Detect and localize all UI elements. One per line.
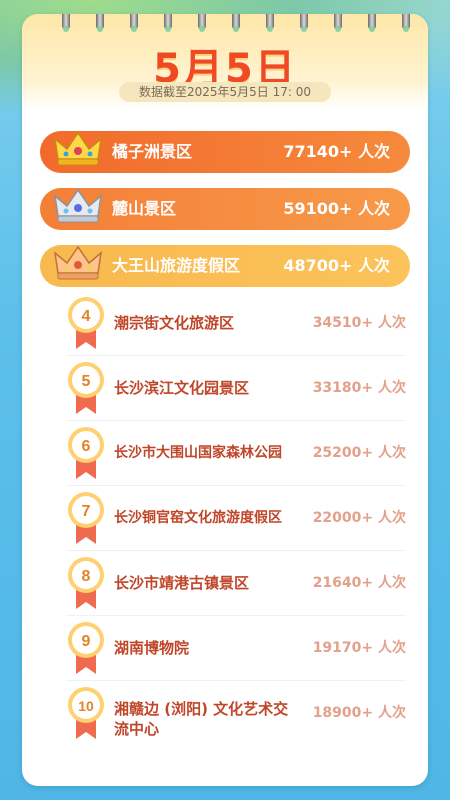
rank-number: 9 (82, 633, 91, 650)
binding-ring-icon (198, 14, 206, 32)
visitor-count: 34510+ 人次 (312, 315, 406, 331)
medal-ribbon-icon: 9 (68, 622, 104, 674)
binding-ring-icon (130, 14, 138, 32)
binding-ring-icon (62, 14, 70, 32)
medal-ribbon-icon: 5 (68, 362, 104, 414)
binding-ring-icon (368, 14, 376, 32)
bronze-crown-icon (53, 245, 103, 280)
medal-ribbon-icon: 10 (68, 687, 104, 739)
scenic-area-name: 湘赣边 (浏阳) 文化艺术交流中心 (114, 700, 289, 738)
binding-ring-icon (402, 14, 410, 32)
binding-ring-icon (164, 14, 172, 32)
visitor-count: 77140+ 人次 (283, 142, 390, 161)
scenic-area-name: 潮宗街文化旅游区 (114, 314, 235, 332)
visitor-count: 19170+ 人次 (312, 640, 406, 656)
rank-number: 6 (82, 438, 91, 455)
binding-ring-icon (300, 14, 308, 32)
rank-number: 4 (82, 308, 91, 325)
visitor-count: 21640+ 人次 (312, 575, 406, 591)
ranking-row-9[interactable]: 9 湖南博物院 19170+ 人次 (66, 616, 406, 681)
scenic-area-name: 长沙市靖港古镇景区 (114, 574, 250, 592)
silver-crown-icon (53, 188, 103, 223)
visitor-count: 48700+ 人次 (283, 256, 390, 275)
medal-ribbon-icon: 8 (68, 557, 104, 609)
card-header: 5月5日 数据截至2025年5月5日 17: 00 (22, 14, 428, 110)
visitor-count: 59100+ 人次 (283, 199, 390, 218)
scenic-area-name: 麓山景区 (112, 199, 177, 218)
ranking-row-8[interactable]: 8 长沙市靖港古镇景区 21640+ 人次 (66, 551, 406, 616)
binding-ring-icon (232, 14, 240, 32)
scenic-area-name: 橘子洲景区 (112, 142, 193, 161)
medal-ribbon-icon: 4 (68, 297, 104, 349)
binding-ring-icon (96, 14, 104, 32)
visitor-count: 33180+ 人次 (312, 380, 406, 396)
medal-ribbon-icon: 6 (68, 427, 104, 479)
scenic-area-name: 长沙市大围山国家森林公园 (114, 445, 282, 461)
scenic-area-name: 长沙滨江文化园景区 (114, 379, 250, 397)
visitor-count: 18900+ 人次 (312, 705, 406, 721)
ranking-row-5[interactable]: 5 长沙滨江文化园景区 33180+ 人次 (66, 356, 406, 421)
rank-number: 7 (82, 503, 91, 520)
data-timestamp: 数据截至2025年5月5日 17: 00 (119, 82, 331, 102)
visitor-count: 25200+ 人次 (312, 445, 406, 461)
ranking-card: 5月5日 数据截至2025年5月5日 17: 00 橘子洲景区 77140+ 人… (22, 14, 428, 786)
ranking-row-3[interactable]: 大王山旅游度假区 48700+ 人次 (40, 245, 410, 287)
rank-number: 8 (82, 568, 91, 585)
binding-ring-icon (334, 14, 342, 32)
rank-number: 5 (82, 373, 91, 390)
ranking-row-1[interactable]: 橘子洲景区 77140+ 人次 (40, 131, 410, 173)
ranking-row-7[interactable]: 7 长沙铜官窑文化旅游度假区 22000+ 人次 (66, 486, 406, 551)
ranking-row-2[interactable]: 麓山景区 59100+ 人次 (40, 188, 410, 230)
visitor-count: 22000+ 人次 (312, 510, 406, 526)
ranking-row-6[interactable]: 6 长沙市大围山国家森林公园 25200+ 人次 (66, 421, 406, 486)
ranking-row-10[interactable]: 10 湘赣边 (浏阳) 文化艺术交流中心 18900+ 人次 (66, 681, 406, 757)
medal-ribbon-icon: 7 (68, 492, 104, 544)
scenic-area-name: 大王山旅游度假区 (112, 256, 241, 275)
scenic-area-name: 湖南博物院 (114, 639, 190, 657)
gold-crown-icon (53, 131, 103, 166)
ranking-row-4[interactable]: 4 潮宗街文化旅游区 34510+ 人次 (66, 291, 406, 356)
binding-ring-icon (266, 14, 274, 32)
rank-number: 10 (78, 698, 94, 714)
scenic-area-name: 长沙铜官窑文化旅游度假区 (114, 510, 282, 526)
